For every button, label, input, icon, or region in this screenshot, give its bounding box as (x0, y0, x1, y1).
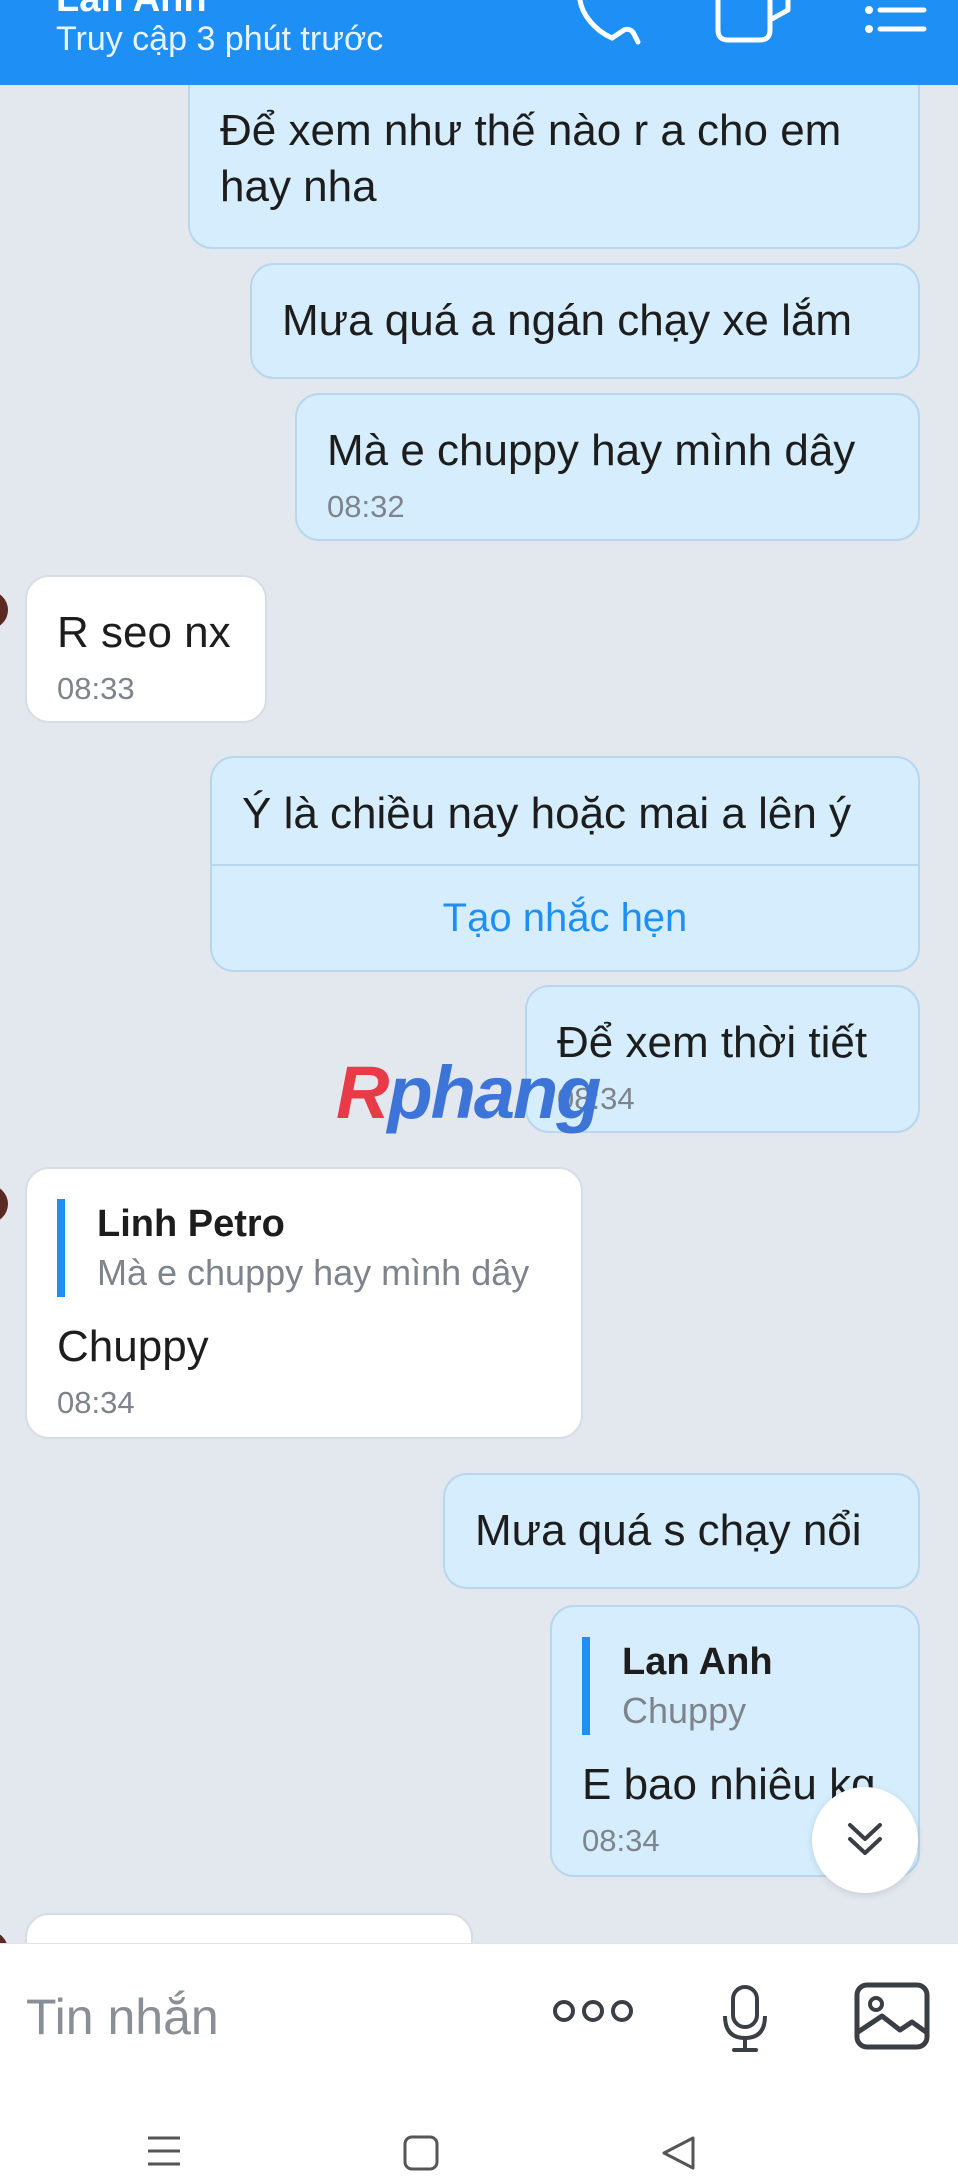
chat-header: Lan Anh Truy cập 3 phút trước (0, 0, 958, 85)
message-text: R seo nx (57, 608, 231, 657)
system-navigation-bar (0, 2087, 958, 2177)
message-text: Ý là chiều nay hoặc mai a lên ý (242, 789, 852, 838)
message-text: Mưa quá s chạy nổi (475, 1506, 862, 1555)
message-text: Mà e chuppy hay mình dây (327, 426, 856, 475)
message-bubble-outgoing[interactable]: Ý là chiều nay hoặc mai a lên ý Tạo nhắc… (210, 756, 920, 972)
back-icon[interactable] (660, 2135, 696, 2176)
message-text: Để xem thời tiết (557, 1018, 868, 1067)
create-reminder-link[interactable]: Tạo nhắc hẹn (242, 866, 888, 944)
contact-name[interactable]: Lan Anh (56, 0, 207, 21)
message-bubble-outgoing[interactable]: Để xem như thế nào r a cho em hay nha (188, 85, 920, 249)
avatar[interactable] (0, 591, 8, 629)
message-bubble-incoming[interactable] (25, 1913, 473, 1943)
avatar[interactable] (0, 1931, 8, 1943)
double-chevron-down-icon (848, 1823, 882, 1855)
message-composer: Tin nhắn (0, 1943, 958, 2088)
scroll-to-bottom-button[interactable] (812, 1787, 918, 1893)
video-call-icon[interactable] (712, 0, 792, 50)
more-options-icon[interactable] (552, 1996, 634, 2031)
quote-text: Mà e chuppy hay mình dây (97, 1252, 530, 1293)
message-time: 08:33 (57, 671, 135, 706)
watermark-logo: Rphang (336, 1051, 601, 1134)
microphone-icon[interactable] (720, 1984, 770, 2059)
contact-status: Truy cập 3 phút trước (56, 20, 384, 58)
message-time: 08:34 (557, 1081, 635, 1116)
message-text: Chuppy (57, 1322, 209, 1371)
quoted-message[interactable]: Linh Petro Mà e chuppy hay mình dây (57, 1199, 551, 1297)
message-bubble-incoming[interactable]: Linh Petro Mà e chuppy hay mình dây Chup… (25, 1167, 583, 1439)
avatar[interactable] (0, 1185, 8, 1223)
message-time: 08:34 (57, 1385, 135, 1420)
phone-icon[interactable] (572, 0, 642, 50)
quoted-message[interactable]: Lan Anh Chuppy (582, 1637, 888, 1735)
message-text: Mưa quá a ngán chạy xe lắm (282, 296, 853, 345)
image-icon[interactable] (854, 1982, 930, 2055)
message-bubble-outgoing[interactable]: Mà e chuppy hay mình dây 08:32 (295, 393, 920, 541)
message-bubble-incoming[interactable]: R seo nx 08:33 (25, 575, 267, 723)
message-text: Để xem như thế nào r a cho em hay nha (220, 106, 842, 211)
quote-text: Chuppy (622, 1690, 747, 1731)
message-input[interactable]: Tin nhắn (26, 1988, 219, 2046)
quote-author: Lan Anh (622, 1641, 773, 1683)
message-list[interactable]: Để xem như thế nào r a cho em hay nha Mư… (0, 85, 958, 1943)
recent-apps-icon[interactable] (146, 2135, 182, 2172)
quote-author: Linh Petro (97, 1203, 285, 1245)
home-icon[interactable] (403, 2135, 439, 2176)
message-bubble-outgoing[interactable]: Mưa quá s chạy nổi (443, 1473, 920, 1589)
menu-list-icon[interactable] (864, 0, 930, 50)
message-time: 08:32 (327, 489, 405, 524)
message-bubble-outgoing[interactable]: Mưa quá a ngán chạy xe lắm (250, 263, 920, 379)
